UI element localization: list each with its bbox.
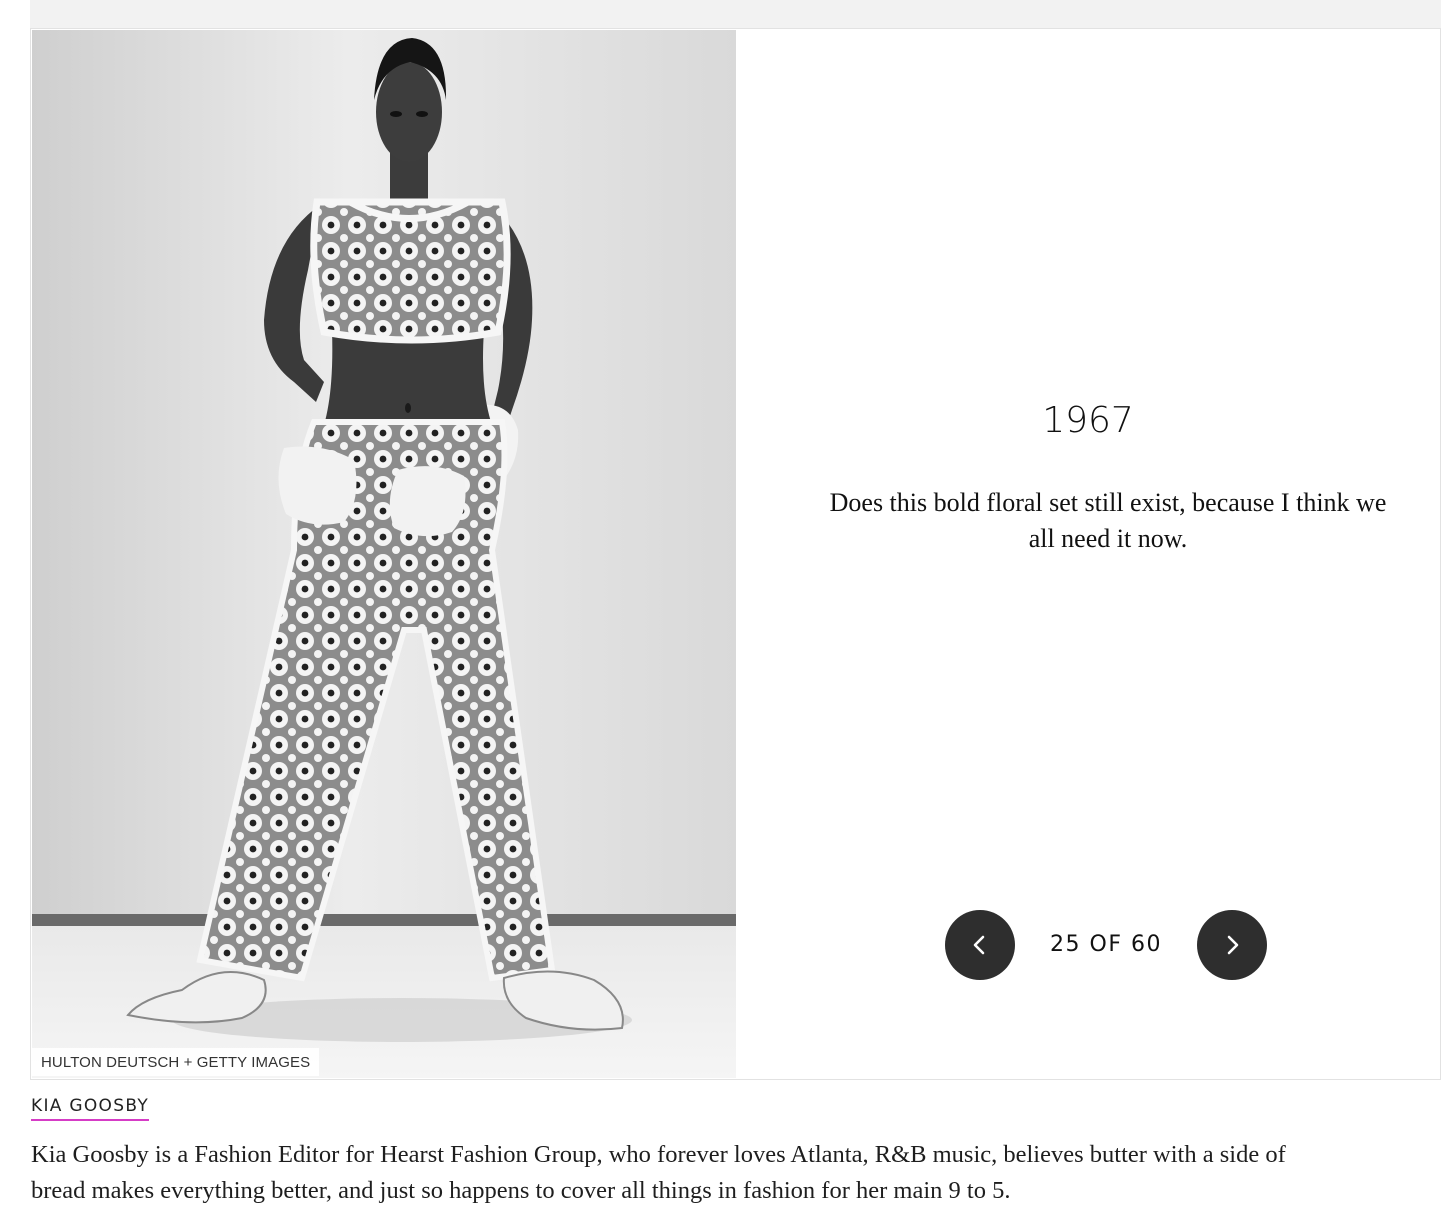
author-bio: Kia Goosby is a Fashion Editor for Hears…	[31, 1141, 1286, 1204]
slide-info-panel: 1967 Does this bold floral set still exi…	[736, 29, 1440, 1077]
author-name-link[interactable]: KIA GOOSBY	[31, 1096, 150, 1121]
slide-caption: Does this bold floral set still exist, b…	[829, 488, 1387, 553]
slideshow-gallery: HULTON DEUTSCH + GETTY IMAGES 1967 Does …	[30, 28, 1441, 1080]
previous-slide-button[interactable]	[945, 910, 1015, 980]
next-slide-button[interactable]	[1197, 910, 1267, 980]
fashion-photo	[32, 30, 736, 1078]
slide-title: 1967	[1042, 400, 1134, 441]
slide-photo: HULTON DEUTSCH + GETTY IMAGES	[32, 30, 736, 1078]
top-ad-bar	[30, 0, 1441, 30]
chevron-right-icon	[1227, 935, 1239, 955]
photo-credit: HULTON DEUTSCH + GETTY IMAGES	[32, 1048, 320, 1076]
chevron-left-icon	[973, 935, 985, 955]
slide-counter: 25 OF 60	[1050, 932, 1162, 957]
